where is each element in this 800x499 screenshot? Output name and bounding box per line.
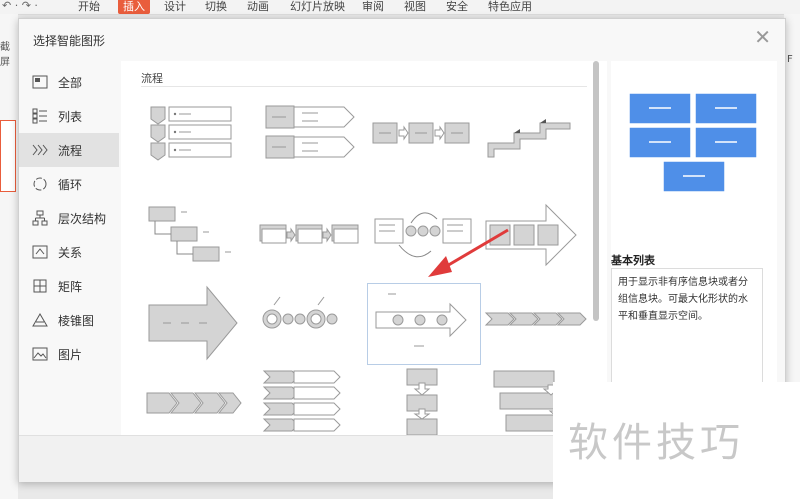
layout-thumbnail[interactable] bbox=[141, 99, 253, 179]
nav-label: 流程 bbox=[58, 143, 83, 158]
layout-thumbnail[interactable] bbox=[480, 283, 592, 363]
section-title: 流程 bbox=[141, 72, 163, 85]
nav-item-cycle[interactable]: 循环 bbox=[19, 167, 119, 201]
preview-name: 基本列表 bbox=[611, 254, 655, 267]
nav-label: 图片 bbox=[58, 347, 83, 362]
section-divider bbox=[141, 86, 587, 87]
tab-animation[interactable]: 动画 bbox=[247, 0, 269, 14]
nav-label: 矩阵 bbox=[58, 279, 83, 294]
process-icon bbox=[31, 141, 49, 159]
tab-special[interactable]: 特色应用 bbox=[488, 0, 532, 14]
layout-thumbnail[interactable] bbox=[480, 201, 592, 281]
left-pane: 截屏 bbox=[0, 14, 18, 499]
list-icon bbox=[31, 107, 49, 125]
layout-thumbnail[interactable] bbox=[480, 99, 592, 179]
matrix-icon bbox=[31, 277, 49, 295]
nav-label: 全部 bbox=[58, 75, 83, 90]
tab-transition[interactable]: 切换 bbox=[205, 0, 227, 14]
layout-thumbnail[interactable] bbox=[254, 361, 366, 435]
nav-item-picture[interactable]: 图片 bbox=[19, 337, 119, 371]
nav-item-relationship[interactable]: 关系 bbox=[19, 235, 119, 269]
slide-thumbnail[interactable] bbox=[0, 120, 16, 192]
gallery-scrollbar[interactable] bbox=[593, 61, 599, 321]
picture-icon bbox=[31, 345, 49, 363]
layout-thumbnail-selected[interactable] bbox=[367, 283, 481, 365]
nav-label: 列表 bbox=[58, 109, 83, 124]
hierarchy-icon bbox=[31, 209, 49, 227]
layout-thumbnail[interactable] bbox=[367, 201, 479, 281]
nav-label: 关系 bbox=[58, 245, 83, 260]
relationship-icon bbox=[31, 243, 49, 261]
layout-thumbnail[interactable] bbox=[141, 283, 253, 363]
quick-access-toolbar[interactable]: ↶ · ↷ · bbox=[2, 0, 38, 12]
preview-description: 用于显示非有序信息块或者分组信息块。可最大化形状的水平和垂直显示空间。 bbox=[611, 268, 763, 388]
pyramid-icon bbox=[31, 311, 49, 329]
layout-thumbnail[interactable] bbox=[367, 99, 479, 179]
screenshot-button[interactable]: 截屏 bbox=[0, 38, 18, 68]
layout-thumbnail[interactable] bbox=[141, 361, 253, 435]
category-nav: 全部 列表 流程 循环 层次结构 关系 矩阵 棱锥图 图片 bbox=[19, 65, 119, 371]
nav-item-process[interactable]: 流程 bbox=[19, 133, 119, 167]
dialog-title: 选择智能图形 bbox=[33, 34, 106, 48]
layout-gallery: 流程 bbox=[121, 61, 607, 435]
nav-label: 棱锥图 bbox=[58, 313, 95, 328]
cycle-icon bbox=[31, 175, 49, 193]
all-icon bbox=[31, 73, 49, 91]
nav-label: 层次结构 bbox=[58, 211, 107, 226]
watermark-text: 软件技巧 bbox=[568, 420, 744, 466]
nav-item-list[interactable]: 列表 bbox=[19, 99, 119, 133]
tab-review[interactable]: 审阅 bbox=[362, 0, 384, 14]
nav-item-matrix[interactable]: 矩阵 bbox=[19, 269, 119, 303]
nav-item-pyramid[interactable]: 棱锥图 bbox=[19, 303, 119, 337]
tab-home[interactable]: 开始 bbox=[78, 0, 100, 14]
right-ribbon-label: F bbox=[787, 54, 793, 65]
preview-diagram bbox=[628, 92, 758, 193]
tab-insert[interactable]: 插入 bbox=[118, 0, 150, 14]
tab-design[interactable]: 设计 bbox=[164, 0, 186, 14]
layout-thumbnail[interactable] bbox=[141, 201, 253, 281]
tab-security[interactable]: 安全 bbox=[446, 0, 468, 14]
layout-thumbnail[interactable] bbox=[254, 201, 366, 281]
nav-label: 循环 bbox=[58, 177, 83, 192]
layout-thumbnail[interactable] bbox=[367, 361, 479, 435]
nav-item-all[interactable]: 全部 bbox=[19, 65, 119, 99]
tab-view[interactable]: 视图 bbox=[404, 0, 426, 14]
ribbon: ↶ · ↷ · 开始 插入 设计 切换 动画 幻灯片放映 审阅 视图 安全 特色… bbox=[0, 0, 800, 15]
nav-item-hierarchy[interactable]: 层次结构 bbox=[19, 201, 119, 235]
layout-thumbnail[interactable] bbox=[254, 99, 366, 179]
close-icon[interactable]: ✕ bbox=[754, 25, 771, 49]
layout-thumbnail[interactable] bbox=[254, 283, 366, 363]
tab-slideshow[interactable]: 幻灯片放映 bbox=[290, 0, 345, 14]
